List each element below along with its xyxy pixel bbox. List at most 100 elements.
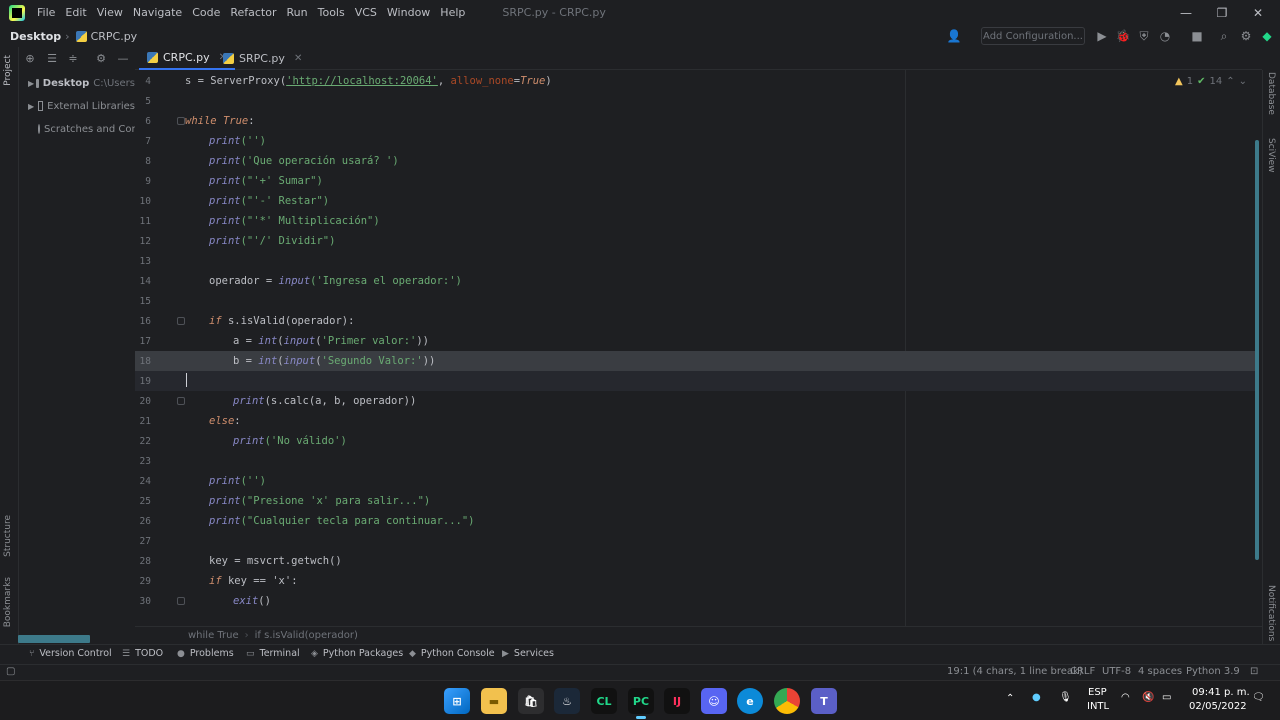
profile-icon[interactable]: ◔ <box>1157 28 1173 44</box>
code-editor[interactable]: ▲ 1 ✔ 14 ⌃ ⌄ 4 s = ServerProxy('http://l… <box>135 70 1262 626</box>
jetbrains-ai-icon[interactable]: ◆ <box>1259 28 1275 44</box>
file-explorer-icon[interactable]: ▬ <box>481 688 507 714</box>
menu-window[interactable]: Window <box>387 6 430 19</box>
tree-item-desktop[interactable]: ▶ Desktop C:\Users <box>19 73 135 93</box>
search-icon[interactable]: ⌕ <box>1216 28 1232 44</box>
menu-navigate[interactable]: Navigate <box>133 6 182 19</box>
stop-icon[interactable]: ■ <box>1189 28 1205 44</box>
services-button[interactable]: ▶ Services <box>502 648 554 659</box>
problems-button[interactable]: ● Problems <box>177 648 234 659</box>
close-tab-icon[interactable]: ✕ <box>294 53 302 64</box>
tray-chevron-up-icon[interactable]: ⌃ <box>1006 693 1014 704</box>
wifi-icon[interactable]: ◠ <box>1121 692 1130 703</box>
file-encoding[interactable]: UTF-8 <box>1102 666 1131 677</box>
teams-icon[interactable]: T <box>811 688 837 714</box>
menu-refactor[interactable]: Refactor <box>230 6 276 19</box>
tree-item-external-libraries[interactable]: ▶ External Libraries <box>19 96 135 116</box>
edge-icon[interactable]: e <box>737 688 763 714</box>
menu-file[interactable]: File <box>37 6 55 19</box>
fold-icon[interactable] <box>177 397 185 405</box>
tray-app-icon[interactable]: ● <box>1032 692 1041 703</box>
tree-item-scratches[interactable]: Scratches and Con <box>19 119 135 139</box>
breadcrumb-item[interactable]: if s.isValid(operador) <box>255 630 358 641</box>
chrome-icon[interactable] <box>774 688 800 714</box>
folder-icon <box>36 78 39 88</box>
fold-icon[interactable] <box>177 597 185 605</box>
chevron-right-icon: ▶ <box>28 101 35 111</box>
project-horizontal-scrollbar[interactable] <box>18 635 90 643</box>
menu-vcs[interactable]: VCS <box>355 6 377 19</box>
bookmarks-tool-tab[interactable]: Bookmarks <box>3 577 13 627</box>
microphone-icon[interactable]: 🎙 <box>1059 692 1072 703</box>
nav-file[interactable]: CRPC.py <box>75 30 137 43</box>
start-windows-icon[interactable]: ⊞ <box>444 688 470 714</box>
line-number: 22 <box>139 435 151 447</box>
lock-icon[interactable]: ⊡ <box>1250 666 1258 677</box>
menu-view[interactable]: View <box>97 6 123 19</box>
clock-date[interactable]: 02/05/2022 <box>1189 701 1247 712</box>
python-file-icon <box>75 30 87 42</box>
line-number: 7 <box>145 135 151 147</box>
run-icon[interactable]: ▶ <box>1094 28 1110 44</box>
minimize-button[interactable]: — <box>1168 0 1204 25</box>
keyboard-layout[interactable]: INTL <box>1087 701 1109 712</box>
notifications-tool-tab[interactable]: Notifications <box>1266 585 1276 641</box>
project-toolbar: ⊕ ☰ ≑ ⚙ — <box>19 47 135 70</box>
steam-icon[interactable]: ♨ <box>554 688 580 714</box>
keyboard-language[interactable]: ESP <box>1088 687 1107 698</box>
notification-center-icon[interactable]: 🗨 <box>1252 692 1265 703</box>
maximize-button[interactable]: ❐ <box>1204 0 1240 25</box>
pycharm-logo-icon <box>9 4 25 21</box>
project-settings-gear-icon[interactable]: ⚙ <box>94 51 108 65</box>
expand-all-icon[interactable]: ☰ <box>45 51 59 65</box>
caret-position[interactable]: 19:1 (4 chars, 1 line break) <box>947 666 1083 677</box>
nav-root-folder[interactable]: Desktop <box>10 30 61 43</box>
todo-button[interactable]: ☰ TODO <box>122 648 163 659</box>
project-tool-tab[interactable]: Project <box>3 55 13 86</box>
clion-icon[interactable]: CL <box>591 688 617 714</box>
store-icon[interactable]: 🛍 <box>518 688 544 714</box>
user-icon[interactable]: 👤 <box>946 28 962 44</box>
editor-vertical-scrollbar[interactable] <box>1255 140 1259 560</box>
menu-tools[interactable]: Tools <box>318 6 345 19</box>
locate-icon[interactable]: ⊕ <box>23 51 37 65</box>
terminal-button[interactable]: ▭ Terminal <box>246 648 300 659</box>
version-control-button[interactable]: ⑂ Version Control <box>29 648 112 659</box>
menu-run[interactable]: Run <box>287 6 308 19</box>
python-interpreter[interactable]: Python 3.9 <box>1186 666 1240 677</box>
code-text: print("Presione 'x' para salir...") <box>209 495 431 507</box>
breadcrumb-item[interactable]: while True <box>188 630 239 641</box>
battery-icon[interactable]: ▭ <box>1162 692 1171 703</box>
hide-panel-icon[interactable]: — <box>116 51 130 65</box>
settings-gear-icon[interactable]: ⚙ <box>1238 28 1254 44</box>
collapse-all-icon[interactable]: ≑ <box>66 51 80 65</box>
intellij-icon[interactable]: IJ <box>664 688 690 714</box>
menu-edit[interactable]: Edit <box>65 6 86 19</box>
status-square-icon[interactable]: ▢ <box>6 666 15 677</box>
database-tool-tab[interactable]: Database <box>1266 72 1276 115</box>
sciview-tool-tab[interactable]: SciView <box>1266 138 1276 173</box>
debug-icon[interactable]: 🐞 <box>1115 28 1131 44</box>
coverage-icon[interactable]: ⛨ <box>1136 28 1152 44</box>
indent-setting[interactable]: 4 spaces <box>1138 666 1182 677</box>
fold-icon[interactable] <box>177 117 185 125</box>
menu-help[interactable]: Help <box>440 6 465 19</box>
menu-code[interactable]: Code <box>192 6 220 19</box>
volume-muted-icon[interactable]: 🔇 <box>1142 692 1154 703</box>
add-configuration-button[interactable]: Add Configuration... <box>981 27 1085 45</box>
python-console-button[interactable]: ◆ Python Console <box>409 648 495 659</box>
tab-srpc[interactable]: SRPC.py ✕ <box>215 47 310 70</box>
tab-label: SRPC.py <box>239 52 285 65</box>
chevron-right-icon: ▶ <box>28 78 35 88</box>
line-separator[interactable]: CRLF <box>1070 666 1095 677</box>
discord-icon[interactable]: ☺ <box>701 688 727 714</box>
python-packages-button[interactable]: ◈ Python Packages <box>311 648 403 659</box>
code-text: print('Que operación usará? ') <box>209 155 399 167</box>
structure-tool-tab[interactable]: Structure <box>3 515 13 557</box>
clock-time[interactable]: 09:41 p. m. <box>1192 687 1250 698</box>
close-window-button[interactable]: ✕ <box>1240 0 1276 25</box>
line-number: 11 <box>139 215 151 227</box>
fold-icon[interactable] <box>177 317 185 325</box>
pycharm-icon[interactable]: PC <box>628 688 654 719</box>
services-icon: ▶ <box>502 648 509 659</box>
